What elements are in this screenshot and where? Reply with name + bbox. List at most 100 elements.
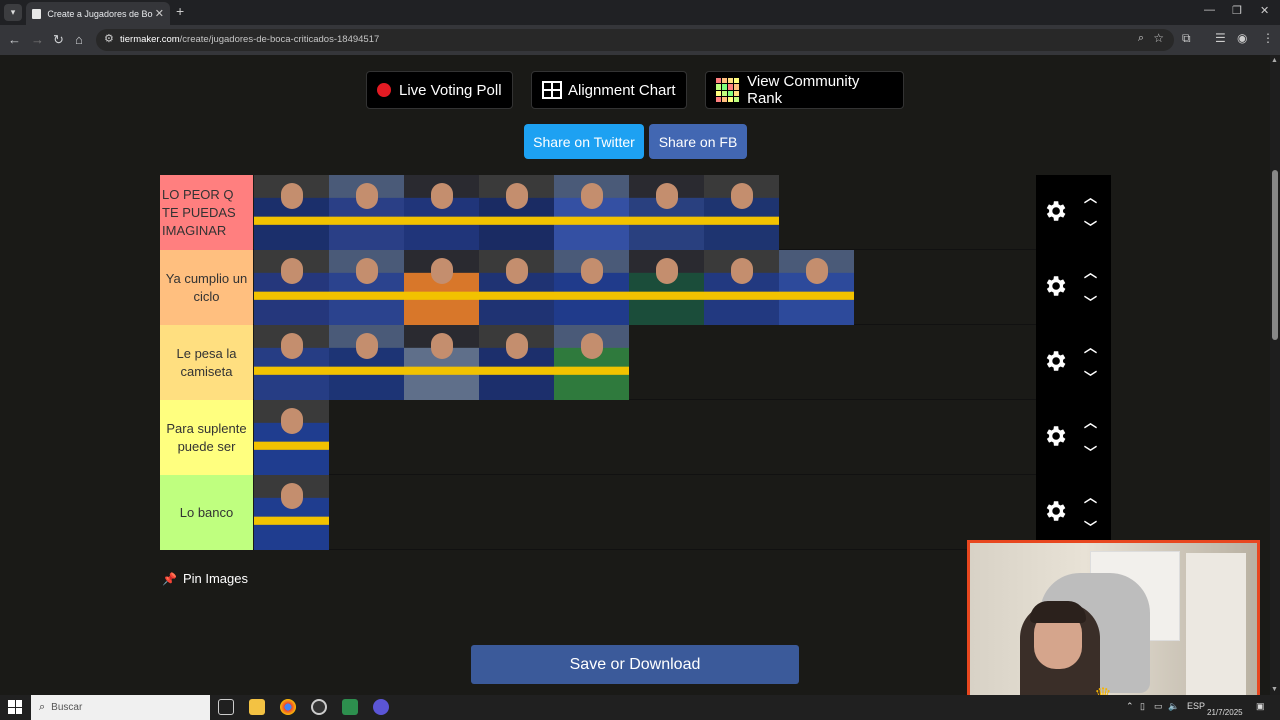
tier-label[interactable]: Le pesa la camiseta: [160, 325, 253, 400]
tray-chevron-icon[interactable]: ⌃: [1126, 701, 1134, 712]
back-icon[interactable]: ←: [8, 32, 21, 47]
save-download-button[interactable]: Save or Download: [471, 645, 799, 684]
tray-usb-icon[interactable]: ▯: [1140, 701, 1145, 712]
gear-icon[interactable]: [1042, 498, 1068, 524]
share-fb-button[interactable]: Share on FB: [649, 124, 747, 159]
profile-avatar[interactable]: ◉: [1237, 31, 1247, 45]
player-image[interactable]: [329, 325, 404, 400]
tier-label[interactable]: Lo banco: [160, 475, 253, 550]
player-image[interactable]: [404, 175, 479, 250]
player-image[interactable]: [254, 175, 329, 250]
obs-icon[interactable]: [311, 699, 327, 715]
menu-dots-icon[interactable]: ⋮: [1262, 31, 1274, 45]
player-image[interactable]: [779, 250, 854, 325]
file-explorer-icon[interactable]: [249, 699, 265, 715]
player-image[interactable]: [254, 400, 329, 475]
tier-row: Lo banco ︿ ﹀: [160, 475, 1111, 550]
bookmark-star-icon[interactable]: ☆: [1153, 31, 1164, 45]
tray-network-icon[interactable]: ▭: [1154, 701, 1163, 712]
home-icon[interactable]: ⌂: [75, 32, 83, 47]
move-down-icon[interactable]: ﹀: [1084, 292, 1097, 311]
close-tab-icon[interactable]: ✕: [155, 7, 164, 20]
pin-images-toggle[interactable]: 📌 Pin Images: [162, 571, 248, 586]
site-info-icon[interactable]: ⚙: [104, 32, 114, 45]
tier-colors-icon: [716, 78, 740, 102]
move-up-icon[interactable]: ︿: [1084, 187, 1097, 206]
tier-items: [254, 175, 779, 250]
forward-icon[interactable]: →: [31, 32, 44, 47]
tray-volume-icon[interactable]: 🔈: [1168, 701, 1179, 712]
player-image[interactable]: [479, 325, 554, 400]
player-image[interactable]: [554, 325, 629, 400]
minimize-icon[interactable]: —: [1204, 4, 1215, 16]
move-up-icon[interactable]: ︿: [1084, 337, 1097, 356]
notification-icon[interactable]: ▣: [1256, 701, 1265, 712]
player-image[interactable]: [554, 250, 629, 325]
webcam-overlay: ♛: [967, 540, 1260, 703]
new-tab-icon[interactable]: +: [176, 3, 184, 19]
gear-icon[interactable]: [1042, 198, 1068, 224]
streamer-hair: [1030, 601, 1086, 623]
player-image[interactable]: [704, 175, 779, 250]
pin-images-label: Pin Images: [182, 571, 248, 586]
player-image[interactable]: [629, 250, 704, 325]
player-image[interactable]: [479, 250, 554, 325]
move-up-icon[interactable]: ︿: [1084, 487, 1097, 506]
tier-label[interactable]: Ya cumplio un ciclo: [160, 250, 253, 325]
gear-icon[interactable]: [1042, 348, 1068, 374]
date-text: 21/7/2025: [1207, 708, 1243, 717]
player-image[interactable]: [254, 250, 329, 325]
move-down-icon[interactable]: ﹀: [1084, 442, 1097, 461]
chrome-icon[interactable]: [280, 699, 296, 715]
community-rank-button[interactable]: View Community Rank: [705, 71, 904, 109]
windows-start-icon[interactable]: [8, 700, 22, 714]
move-up-icon[interactable]: ︿: [1084, 262, 1097, 281]
tier-items: [254, 400, 329, 475]
player-image[interactable]: [254, 325, 329, 400]
media-icon[interactable]: ☰: [1215, 31, 1226, 45]
extensions-icon[interactable]: ⧉: [1182, 31, 1191, 46]
alignment-chart-label: Alignment Chart: [568, 81, 676, 99]
messenger-icon[interactable]: [373, 699, 389, 715]
scroll-up-icon[interactable]: ▲: [1271, 57, 1278, 64]
move-down-icon[interactable]: ﹀: [1084, 517, 1097, 536]
language-indicator[interactable]: ESP: [1187, 701, 1205, 711]
reload-icon[interactable]: ↻: [53, 32, 64, 48]
search-icon: ⌕: [39, 701, 46, 713]
scrollbar-thumb[interactable]: [1272, 170, 1278, 340]
player-image[interactable]: [329, 175, 404, 250]
player-image[interactable]: [704, 250, 779, 325]
tier-items: [254, 250, 854, 325]
app-icon[interactable]: [342, 699, 358, 715]
tier-label[interactable]: LO PEOR Q TE PUEDAS IMAGINAR: [160, 175, 253, 250]
gear-icon[interactable]: [1042, 273, 1068, 299]
scroll-down-icon[interactable]: ▼: [1271, 686, 1278, 693]
tier-controls: ︿ ﹀: [1036, 175, 1111, 250]
move-up-icon[interactable]: ︿: [1084, 412, 1097, 431]
move-down-icon[interactable]: ﹀: [1084, 217, 1097, 236]
task-view-icon[interactable]: [218, 699, 234, 715]
taskbar-search[interactable]: ⌕ Buscar: [31, 695, 210, 720]
alignment-chart-button[interactable]: Alignment Chart: [531, 71, 687, 109]
tier-label[interactable]: Para suplente puede ser: [160, 400, 253, 475]
tier-list: LO PEOR Q TE PUEDAS IMAGINAR ︿ ﹀ Ya cumplio…: [160, 175, 1111, 550]
player-image[interactable]: [554, 175, 629, 250]
player-image[interactable]: [329, 250, 404, 325]
player-image[interactable]: [404, 325, 479, 400]
player-image[interactable]: [404, 250, 479, 325]
close-window-icon[interactable]: ✕: [1260, 4, 1269, 17]
zoom-icon[interactable]: ⌕: [1138, 32, 1144, 45]
move-down-icon[interactable]: ﹀: [1084, 367, 1097, 386]
player-image[interactable]: [479, 175, 554, 250]
browser-tab[interactable]: Create a Jugadores de Boca Cri ✕: [26, 2, 170, 25]
address-bar[interactable]: ⚙ tiermaker.com/create/jugadores-de-boca…: [96, 29, 1174, 51]
player-image[interactable]: [629, 175, 704, 250]
gear-icon[interactable]: [1042, 423, 1068, 449]
maximize-icon[interactable]: ❐: [1232, 4, 1242, 17]
live-voting-button[interactable]: Live Voting Poll: [366, 71, 513, 109]
page-scrollbar[interactable]: ▲ ▼: [1270, 55, 1280, 695]
player-image[interactable]: [254, 475, 329, 550]
tier-controls: ︿ ﹀: [1036, 475, 1111, 550]
tab-search-button[interactable]: ▾: [4, 4, 22, 21]
share-twitter-button[interactable]: Share on Twitter: [524, 124, 644, 159]
